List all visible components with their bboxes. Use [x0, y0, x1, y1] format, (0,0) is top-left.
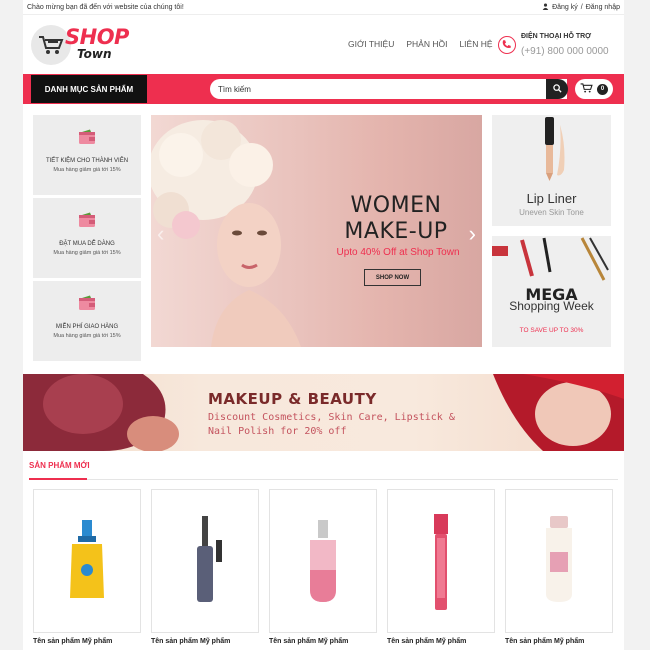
hero-slider[interactable]: ‹ WOMEN MAKE-UP Upto 40% Off at Shop Tow…	[151, 115, 482, 347]
perk-title: MIỄN PHÍ GIAO HÀNG	[55, 324, 119, 330]
cart-icon	[580, 80, 593, 98]
product-card[interactable]	[387, 489, 495, 633]
promo-lip-liner[interactable]: Lip Liner Uneven Skin Tone	[492, 115, 611, 226]
product-card[interactable]	[505, 489, 613, 633]
perk-easy-order[interactable]: ĐẶT MUA DỄ DÀNG Mua hàng giảm giá tới 15…	[33, 198, 141, 278]
product-card[interactable]	[151, 489, 259, 633]
makeup-beauty-banner[interactable]: MAKEUP & BEAUTY Discount Cosmetics, Skin…	[23, 374, 624, 451]
nav-item-feedback[interactable]: PHẢN HỒI	[406, 39, 447, 49]
wallet-icon	[78, 129, 96, 150]
perk-title: TIẾT KIỆM CHO THÀNH VIÊN	[45, 158, 129, 164]
product-name[interactable]: Tên sản phẩm Mỹ phẩm	[387, 638, 466, 645]
product-name[interactable]: Tên sản phẩm Mỹ phẩm	[151, 638, 230, 645]
cart-button[interactable]: 0	[575, 79, 613, 99]
hotline-number[interactable]: (+91) 800 000 0000	[521, 46, 609, 57]
link-separator: /	[580, 3, 583, 11]
perk-free-shipping[interactable]: MIỄN PHÍ GIAO HÀNG Mua hàng giảm giá tới…	[33, 281, 141, 361]
chevron-right-icon[interactable]: ›	[469, 221, 476, 247]
hero-title-line2: MAKE-UP	[344, 219, 448, 244]
register-link[interactable]: Đăng ký	[552, 4, 578, 11]
product-name[interactable]: Tên sản phẩm Mỹ phẩm	[33, 638, 112, 645]
hero-title-line1: WOMEN	[350, 193, 442, 218]
hero-subtitle: Upto 40% Off at Shop Town	[336, 247, 460, 258]
makeup-tools-image	[492, 237, 609, 281]
search-input[interactable]	[210, 79, 567, 99]
user-icon	[542, 3, 549, 12]
product-name[interactable]: Tên sản phẩm Mỹ phẩm	[269, 638, 348, 645]
promo-sub: Shopping Week	[509, 299, 594, 313]
product-image	[197, 516, 222, 602]
banner-title: MAKEUP & BEAUTY	[208, 390, 377, 408]
login-link[interactable]: Đăng nhập	[586, 4, 620, 11]
hotline-label: ĐIỆN THOẠI HỖ TRỢ	[521, 33, 592, 40]
header: SHOP Town GIỚI THIỆU PHẢN HỒI LIÊN HỆ ĐI…	[23, 14, 624, 74]
product-image	[434, 514, 448, 610]
promo-mega-shopping[interactable]: MEGA Shopping Week TO SAVE UP TO 30%	[492, 236, 611, 347]
hero-title: WOMEN MAKE-UP	[331, 193, 461, 245]
section-divider-accent	[29, 478, 87, 480]
toolbar: DANH MỤC SẢN PHẨM 0	[23, 74, 624, 104]
nav-item-about[interactable]: GIỚI THIỆU	[348, 39, 394, 49]
product-image	[546, 516, 572, 602]
product-card[interactable]	[269, 489, 377, 633]
banner-subtitle: Discount Cosmetics, Skin Care, Lipstick …	[208, 412, 455, 437]
perk-sub: Mua hàng giảm giá tới 15%	[53, 333, 121, 339]
phone-icon	[498, 36, 516, 54]
product-image	[310, 520, 336, 602]
promo-sub: Uneven Skin Tone	[519, 208, 584, 217]
chevron-left-icon[interactable]: ‹	[157, 221, 164, 247]
main-content: TIẾT KIỆM CHO THÀNH VIÊN Mua hàng giảm g…	[23, 104, 624, 650]
product-name[interactable]: Tên sản phẩm Mỹ phẩm	[505, 638, 584, 645]
hotline: ĐIỆN THOẠI HỖ TRỢ (+91) 800 000 0000	[498, 31, 618, 61]
welcome-text: Chào mừng bạn đã đến với website của chú…	[27, 3, 184, 11]
wallet-icon	[78, 212, 96, 233]
shop-now-button[interactable]: SHOP NOW	[364, 269, 421, 286]
search-button[interactable]	[546, 79, 568, 99]
top-bar: Chào mừng bạn đã đến với website của chú…	[23, 0, 624, 14]
product-image	[70, 520, 104, 598]
logo-town-text: Town	[77, 47, 112, 61]
lip-liner-image	[545, 117, 565, 181]
perk-sub: Mua hàng giảm giá tới 15%	[53, 250, 121, 256]
search-icon	[552, 80, 562, 98]
perk-title: ĐẶT MUA DỄ DÀNG	[59, 241, 115, 247]
section-divider	[29, 479, 618, 480]
promo-tag: TO SAVE UP TO 30%	[519, 327, 584, 334]
account-links: Đăng ký / Đăng nhập	[542, 3, 620, 12]
section-title-new-products: SẢN PHẨM MỚI	[29, 461, 90, 470]
cart-icon	[38, 35, 64, 60]
logo-shop-text: SHOP	[65, 25, 129, 49]
category-menu-button[interactable]: DANH MỤC SẢN PHẨM	[31, 75, 147, 103]
perk-sub: Mua hàng giảm giá tới 15%	[53, 167, 121, 173]
product-card[interactable]	[33, 489, 141, 633]
wallet-icon	[78, 295, 96, 316]
promo-title: Lip Liner	[526, 191, 577, 206]
main-nav: GIỚI THIỆU PHẢN HỒI LIÊN HỆ	[348, 39, 493, 49]
perk-member-savings[interactable]: TIẾT KIỆM CHO THÀNH VIÊN Mua hàng giảm g…	[33, 115, 141, 195]
site-logo[interactable]: SHOP Town	[31, 23, 151, 67]
nav-item-contact[interactable]: LIÊN HỆ	[459, 39, 492, 49]
cart-count-badge: 0	[597, 83, 608, 95]
